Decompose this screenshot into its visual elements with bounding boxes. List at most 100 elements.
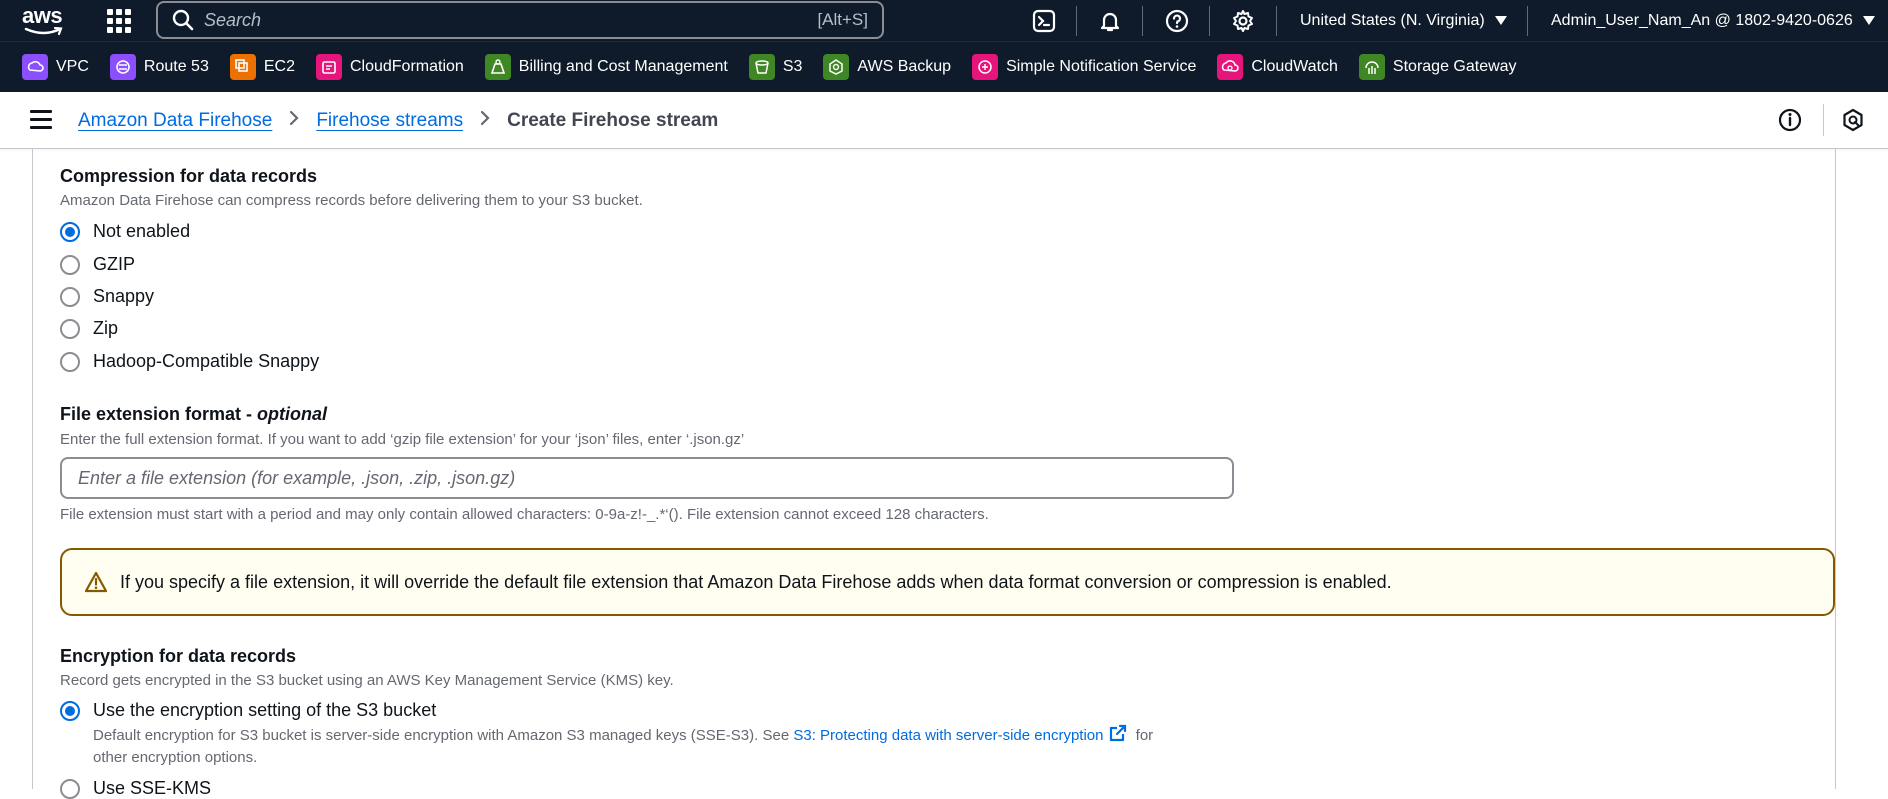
favorite-label: Billing and Cost Management	[518, 58, 728, 75]
radio-label: Use the encryption setting of the S3 buc…	[93, 700, 437, 720]
region-label: United States (N. Virginia)	[1300, 11, 1485, 29]
compression-option-snappy[interactable]: Snappy	[60, 286, 154, 307]
external-link-icon[interactable]	[1108, 723, 1128, 743]
search-input[interactable]	[204, 9, 818, 31]
favorite-label: S3	[782, 58, 803, 75]
favorite-label: AWS Backup	[857, 58, 952, 75]
encryption-desc-text: Default encryption for S3 bucket is serv…	[93, 727, 794, 744]
s3-bucket-icon	[748, 54, 775, 80]
radio-label: Not enabled	[93, 221, 191, 241]
encryption-option-s3-bucket[interactable]: Use the encryption setting of the S3 buc…	[60, 700, 436, 721]
billing-icon	[484, 54, 511, 80]
radio-label: Zip	[93, 318, 119, 338]
bell-icon[interactable]	[1097, 8, 1123, 34]
favorite-ec2[interactable]: EC2	[229, 54, 295, 80]
divider	[1276, 6, 1277, 36]
favorite-label: Route 53	[143, 58, 209, 75]
breadcrumb-link[interactable]: Amazon Data Firehose	[78, 110, 272, 132]
compression-option-not-enabled[interactable]: Not enabled	[60, 221, 190, 242]
ec2-icon	[229, 54, 256, 80]
compression-title: Compression for data records	[60, 166, 318, 186]
account-menu[interactable]: Admin_User_Nam_An @ 1802-9420-0626	[1551, 0, 1875, 41]
encryption-description: Record gets encrypted in the S3 bucket u…	[60, 672, 674, 689]
breadcrumb: Amazon Data Firehose Firehose streams Cr…	[78, 92, 718, 149]
divider	[1527, 6, 1528, 36]
warning-alert-text: If you specify a file extension, it will…	[120, 571, 1392, 592]
compression-option-gzip[interactable]: GZIP	[60, 254, 135, 275]
file-extension-title-text: File extension format -	[60, 404, 258, 424]
help-icon[interactable]	[1164, 8, 1190, 34]
cloudshell-icon[interactable]	[1031, 8, 1057, 34]
compression-description: Amazon Data Firehose can compress record…	[60, 192, 643, 209]
radio-label: Hadoop-Compatible Snappy	[93, 351, 320, 371]
caret-down-icon	[1862, 16, 1875, 25]
chevron-right-icon	[479, 110, 491, 131]
warning-alert: If you specify a file extension, it will…	[60, 548, 1835, 616]
radio-unselected[interactable]	[60, 286, 80, 307]
divider	[1209, 6, 1210, 36]
radio-label: Snappy	[93, 286, 155, 306]
encryption-desc-line2: other encryption options.	[93, 749, 258, 766]
favorite-billing[interactable]: Billing and Cost Management	[484, 54, 728, 80]
vpc-icon	[22, 54, 48, 80]
favorite-label: Storage Gateway	[1392, 58, 1517, 75]
favorite-cloudwatch[interactable]: CloudWatch	[1217, 54, 1338, 80]
radio-selected[interactable]	[60, 221, 80, 242]
menu-icon[interactable]	[30, 110, 52, 130]
favorite-storage-gateway[interactable]: Storage Gateway	[1358, 54, 1517, 80]
encryption-option-description: Default encryption for S3 bucket is serv…	[93, 723, 1293, 769]
caret-down-icon	[1494, 16, 1507, 25]
favorite-route53[interactable]: Route 53	[109, 54, 209, 80]
radio-unselected[interactable]	[60, 351, 80, 372]
cloudwatch-icon	[1217, 54, 1244, 80]
divider	[1142, 6, 1143, 36]
file-extension-constraint: File extension must start with a period …	[60, 506, 989, 523]
optional-tag: optional	[257, 404, 328, 424]
info-icon[interactable]	[1777, 107, 1803, 133]
account-label: Admin_User_Nam_An @ 1802-9420-0626	[1551, 11, 1853, 29]
favorite-aws-backup[interactable]: AWS Backup	[823, 54, 951, 80]
chevron-right-icon	[288, 110, 300, 131]
search-shortcut-hint: [Alt+S]	[817, 10, 868, 29]
compression-option-hadoop-snappy[interactable]: Hadoop-Compatible Snappy	[60, 351, 319, 372]
search-icon	[172, 9, 194, 31]
aws-logo[interactable]: aws	[22, 3, 68, 37]
favorites-bar: VPC Route 53 EC2 CloudFormation Billing …	[0, 41, 1888, 92]
favorite-label: CloudFormation	[349, 58, 464, 75]
favorite-cloudformation[interactable]: CloudFormation	[315, 54, 464, 80]
route53-icon	[109, 54, 136, 80]
encryption-desc-text-tail: for	[1131, 727, 1154, 744]
favorite-vpc[interactable]: VPC	[22, 54, 89, 80]
favorite-sns[interactable]: Simple Notification Service	[972, 54, 1196, 80]
sse-docs-link[interactable]: S3: Protecting data with server-side enc…	[793, 727, 1103, 744]
compression-option-zip[interactable]: Zip	[60, 318, 118, 339]
file-extension-title: File extension format - optional	[60, 404, 327, 425]
search-box: [Alt+S]	[156, 1, 884, 39]
radio-label: GZIP	[93, 254, 136, 274]
encryption-title: Encryption for data records	[60, 646, 297, 666]
favorite-label: VPC	[56, 58, 89, 75]
amazon-q-icon[interactable]	[1840, 107, 1866, 133]
file-extension-input[interactable]	[60, 457, 1234, 499]
file-extension-description: Enter the full extension format. If you …	[60, 431, 745, 448]
region-selector[interactable]: United States (N. Virginia)	[1300, 0, 1507, 41]
radio-unselected[interactable]	[60, 254, 80, 275]
storage-gateway-icon	[1358, 54, 1385, 80]
services-menu-icon[interactable]	[106, 8, 132, 34]
settings-icon[interactable]	[1230, 8, 1256, 34]
divider	[1076, 6, 1077, 36]
sns-icon	[972, 54, 999, 80]
warning-icon	[84, 571, 108, 593]
favorite-s3[interactable]: S3	[748, 54, 803, 80]
radio-unselected[interactable]	[60, 778, 80, 799]
top-navigation: aws [Alt+S]	[0, 0, 1888, 41]
aws-smile-icon	[24, 27, 63, 36]
radio-unselected[interactable]	[60, 318, 80, 339]
breadcrumb-current: Create Firehose stream	[507, 109, 719, 131]
encryption-option-sse-kms[interactable]: Use SSE-KMS	[60, 778, 211, 799]
page-header: Amazon Data Firehose Firehose streams Cr…	[0, 92, 1888, 149]
cloudformation-icon	[315, 54, 342, 80]
radio-selected[interactable]	[60, 700, 80, 721]
favorite-label: EC2	[263, 58, 295, 75]
breadcrumb-link[interactable]: Firehose streams	[316, 110, 463, 132]
